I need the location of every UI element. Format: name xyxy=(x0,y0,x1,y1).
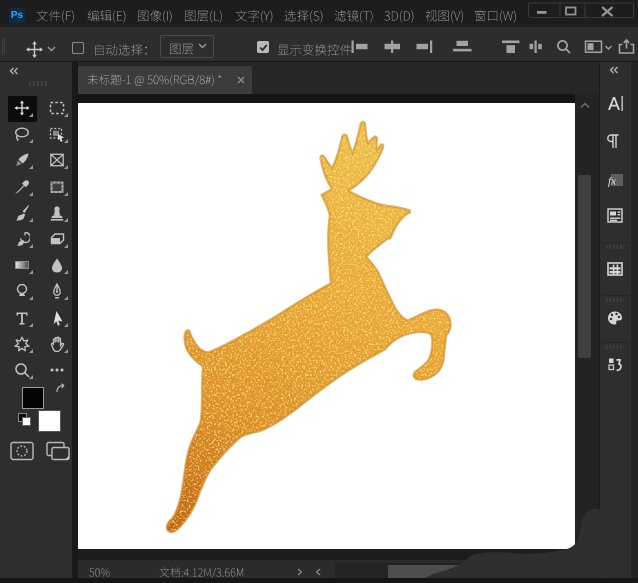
svg-text:fx: fx xyxy=(608,176,616,188)
